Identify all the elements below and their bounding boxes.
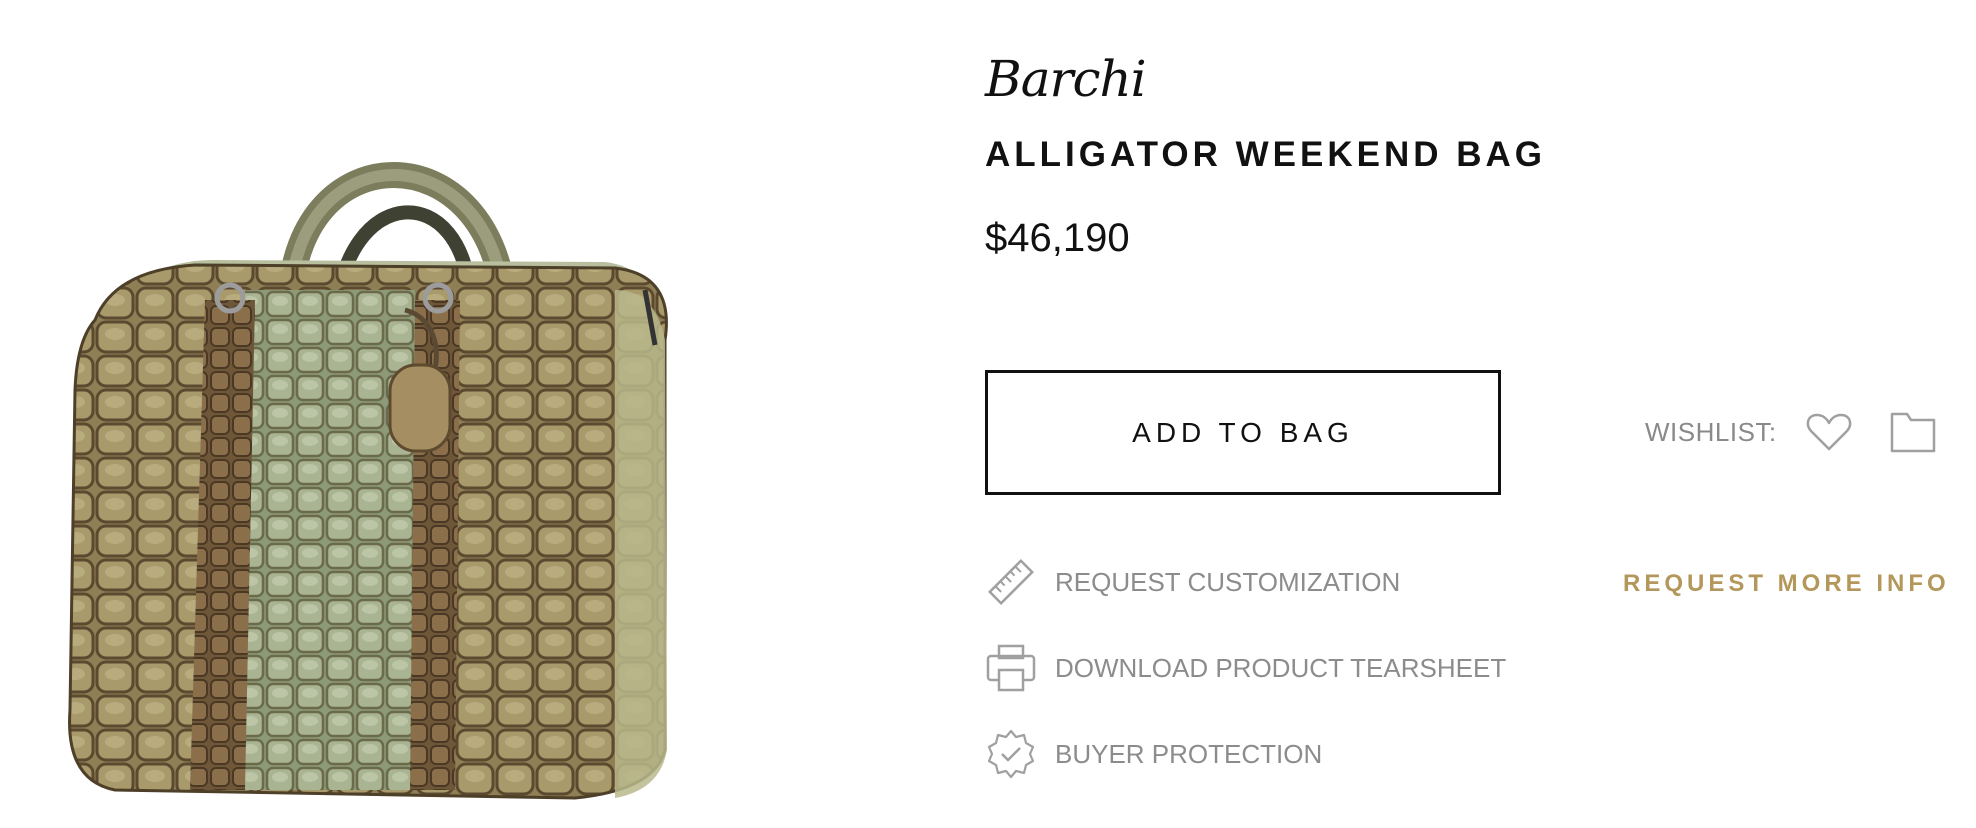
heart-icon[interactable] bbox=[1805, 411, 1853, 453]
request-customization-link[interactable]: REQUEST CUSTOMIZATION bbox=[985, 556, 1400, 608]
product-title: ALLIGATOR WEEKEND BAG bbox=[985, 135, 1547, 174]
badge-check-icon bbox=[985, 728, 1037, 780]
download-tearsheet-link[interactable]: DOWNLOAD PRODUCT TEARSHEET bbox=[985, 642, 1506, 694]
request-more-info-link[interactable]: REQUEST MORE INFO bbox=[1623, 570, 1950, 598]
wishlist-label: WISHLIST: bbox=[1645, 416, 1777, 447]
buyer-protection-label: BUYER PROTECTION bbox=[1055, 738, 1323, 769]
printer-icon bbox=[985, 642, 1037, 694]
brand-name[interactable]: Barchi bbox=[985, 50, 1147, 108]
folder-icon[interactable] bbox=[1889, 410, 1937, 454]
ruler-icon bbox=[985, 556, 1037, 608]
add-to-bag-button[interactable]: ADD TO BAG bbox=[985, 370, 1501, 495]
product-image bbox=[55, 150, 845, 810]
product-info: Barchi ALLIGATOR WEEKEND BAG $46,190 ADD… bbox=[985, 0, 1965, 828]
product-price: $46,190 bbox=[985, 216, 1130, 260]
request-customization-label: REQUEST CUSTOMIZATION bbox=[1055, 566, 1401, 597]
wishlist-group: WISHLIST: bbox=[1645, 410, 1937, 454]
buyer-protection-link[interactable]: BUYER PROTECTION bbox=[985, 728, 1322, 780]
download-tearsheet-label: DOWNLOAD PRODUCT TEARSHEET bbox=[1055, 652, 1507, 683]
